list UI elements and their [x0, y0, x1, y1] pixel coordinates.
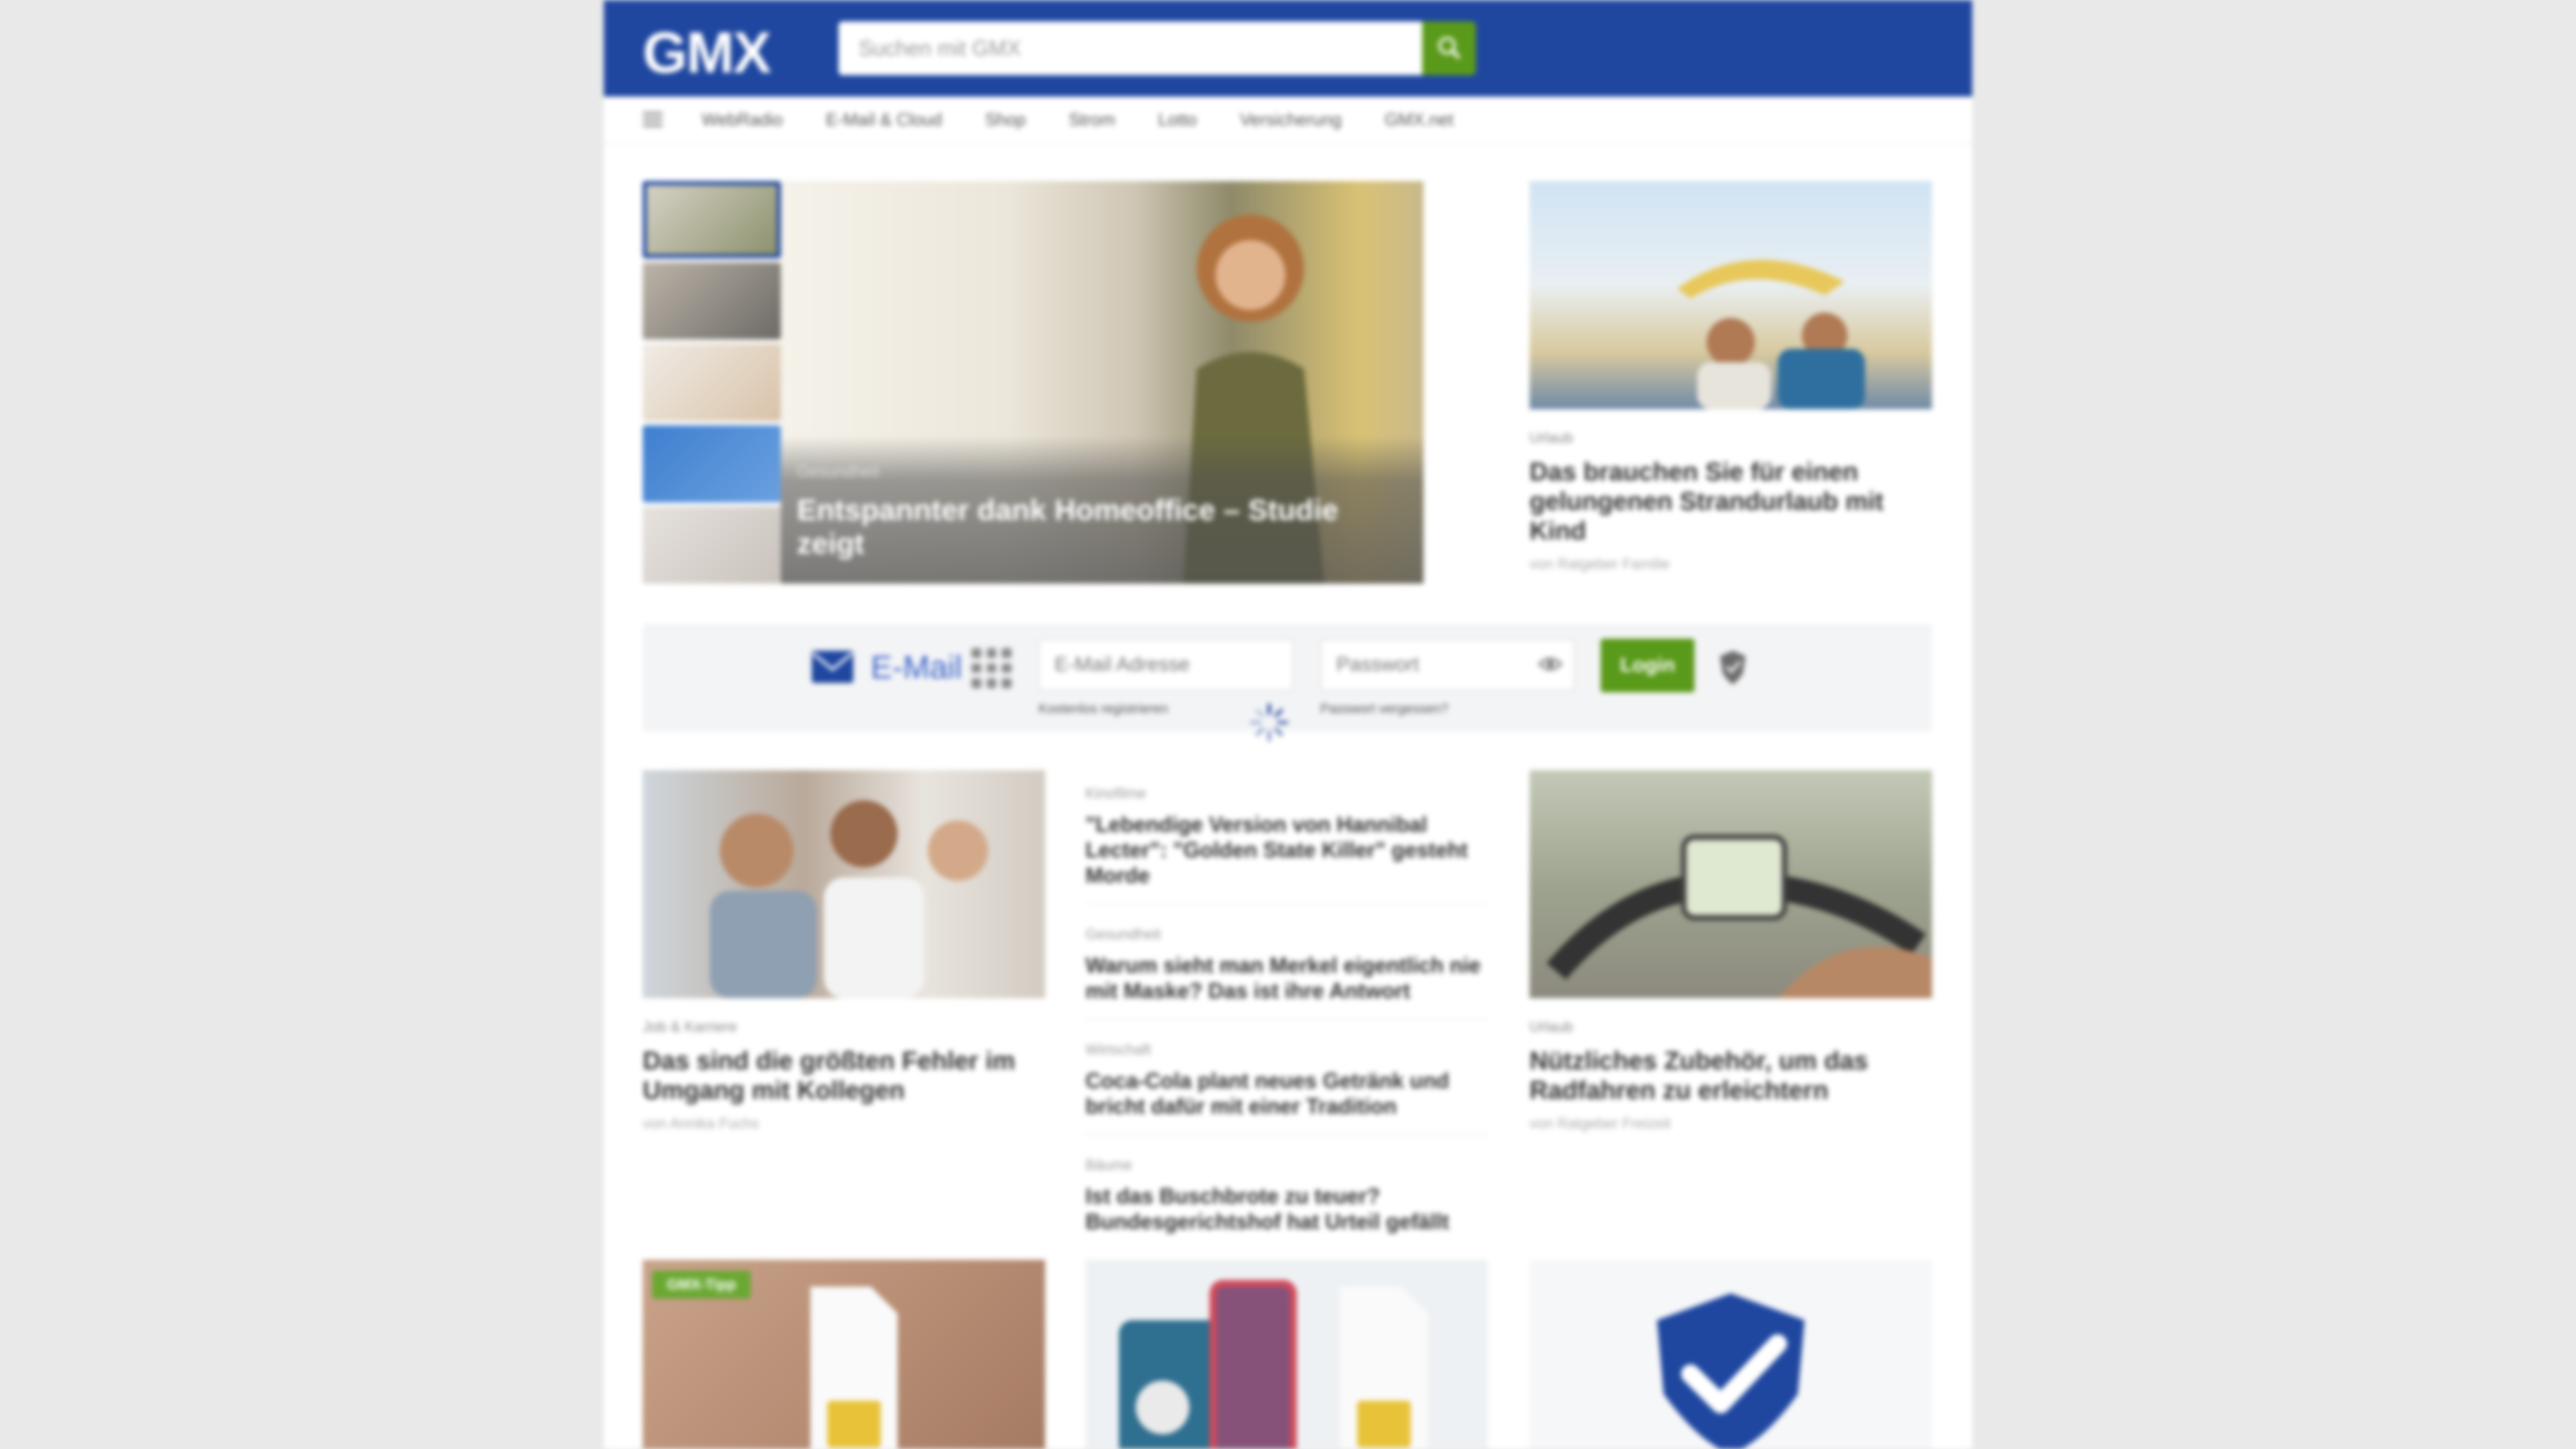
list-item[interactable]: Gesundheit Warum sieht man Merkel eigent… — [1085, 919, 1488, 1020]
nav-item-lotto[interactable]: Lotto — [1158, 109, 1197, 130]
list-item-title[interactable]: Coca-Cola plant neues Getränk und bricht… — [1085, 1068, 1488, 1119]
list-item-kicker: Wirtschaft — [1085, 1041, 1151, 1058]
news-list: Kinofilme "Lebendige Version von Hanniba… — [1085, 778, 1488, 1264]
side-article[interactable]: Urlaub Das brauchen Sie für einen gelung… — [1529, 181, 1932, 573]
article-card-right[interactable]: Urlaub Nützliches Zubehör, um das Radfah… — [1529, 770, 1932, 1132]
nav-item-email-cloud[interactable]: E-Mail & Cloud — [826, 109, 942, 130]
promo-card-security[interactable] — [1529, 1260, 1932, 1449]
article-title[interactable]: Das sind die größten Fehler im Umgang mi… — [643, 1046, 1045, 1106]
article-image-right — [1529, 770, 1932, 998]
list-item-title[interactable]: Warum sieht man Merkel eigentlich nie mi… — [1085, 953, 1488, 1004]
article-title[interactable]: Nützliches Zubehör, um das Radfahren zu … — [1529, 1046, 1932, 1106]
promo-card-phone[interactable] — [1085, 1260, 1488, 1449]
register-link[interactable]: Kostenlos registrieren — [1038, 702, 1168, 717]
nav-item-webradio[interactable]: WebRadio — [702, 109, 783, 130]
hero-thumbnail[interactable] — [643, 343, 781, 421]
list-item-kicker: Gesundheit — [1085, 926, 1161, 943]
top-header: GMX — [604, 0, 1972, 97]
security-shield-icon[interactable] — [1716, 648, 1750, 689]
promo-card-sim[interactable]: GMX-Tipp — [643, 1260, 1045, 1449]
show-password-icon[interactable] — [1538, 656, 1563, 676]
side-article-meta: von Ratgeber Familie — [1529, 555, 1670, 572]
email-service-label[interactable]: E-Mail — [871, 649, 962, 686]
side-article-image — [1529, 181, 1932, 409]
smartphone-icon — [1119, 1280, 1428, 1449]
shield-check-icon — [1657, 1293, 1805, 1449]
article-meta: von Annika Fuchs — [643, 1115, 759, 1132]
article-kicker: Job & Karriere — [643, 1018, 737, 1035]
search-icon — [1436, 34, 1462, 63]
hero-article[interactable]: Gesundheit Entspannter dank Homeoffice –… — [781, 181, 1424, 584]
nav-item-strom[interactable]: Strom — [1069, 109, 1115, 130]
hero-thumbnail[interactable] — [643, 425, 781, 502]
promo-badge: GMX-Tipp — [652, 1271, 751, 1299]
list-item[interactable]: Bäume Ist das Buschbrote zu teuer? Bunde… — [1085, 1150, 1488, 1249]
search-input[interactable] — [839, 21, 1422, 75]
loading-spinner-icon — [1248, 701, 1291, 747]
email-address-field[interactable] — [1038, 639, 1293, 691]
search-bar — [839, 21, 1476, 75]
hero-thumbnail[interactable] — [643, 262, 781, 340]
search-button[interactable] — [1422, 21, 1476, 75]
hero-thumbnails — [643, 181, 781, 584]
side-article-kicker: Urlaub — [1529, 429, 1573, 446]
list-item-kicker: Kinofilme — [1085, 785, 1146, 802]
main-nav: WebRadio E-Mail & Cloud Shop Strom Lotto… — [604, 97, 1972, 144]
login-button[interactable]: Login — [1601, 639, 1695, 692]
nav-item-versicherung[interactable]: Versicherung — [1240, 109, 1342, 130]
apps-grid-icon[interactable] — [971, 648, 1012, 688]
hero-caption: Gesundheit Entspannter dank Homeoffice –… — [781, 436, 1424, 584]
side-article-title[interactable]: Das brauchen Sie für einen gelungenen St… — [1529, 458, 1932, 546]
forgot-password-link[interactable]: Passwort vergessen? — [1320, 702, 1448, 717]
hero-kicker: Gesundheit — [797, 463, 879, 481]
list-item[interactable]: Wirtschaft Coca-Cola plant neues Getränk… — [1085, 1034, 1488, 1135]
list-item-title[interactable]: "Lebendige Version von Hannibal Lecter":… — [1085, 812, 1488, 888]
hero-thumbnail[interactable] — [643, 506, 781, 584]
nav-item-shop[interactable]: Shop — [985, 109, 1026, 130]
hamburger-menu-icon[interactable] — [643, 109, 663, 129]
article-kicker: Urlaub — [1529, 1018, 1573, 1035]
envelope-icon — [810, 648, 855, 689]
list-item-kicker: Bäume — [1085, 1157, 1132, 1173]
password-field[interactable] — [1320, 639, 1575, 691]
list-item[interactable]: Kinofilme "Lebendige Version von Hanniba… — [1085, 778, 1488, 904]
hero-thumbnail[interactable] — [643, 181, 781, 259]
nav-item-gmx-net[interactable]: GMX.net — [1385, 109, 1454, 130]
page: GMX WebRadio E-Mail & Cloud Shop Strom L… — [604, 0, 1972, 1449]
article-card-left[interactable]: Job & Karriere Das sind die größten Fehl… — [643, 770, 1045, 1132]
article-meta: von Ratgeber Freizeit — [1529, 1115, 1671, 1132]
gmx-logo[interactable]: GMX — [643, 20, 771, 87]
article-image-left — [643, 770, 1045, 998]
hero-title[interactable]: Entspannter dank Homeoffice – Studie zei… — [797, 494, 1407, 561]
list-item-title[interactable]: Ist das Buschbrote zu teuer? Bundesgeric… — [1085, 1183, 1488, 1234]
